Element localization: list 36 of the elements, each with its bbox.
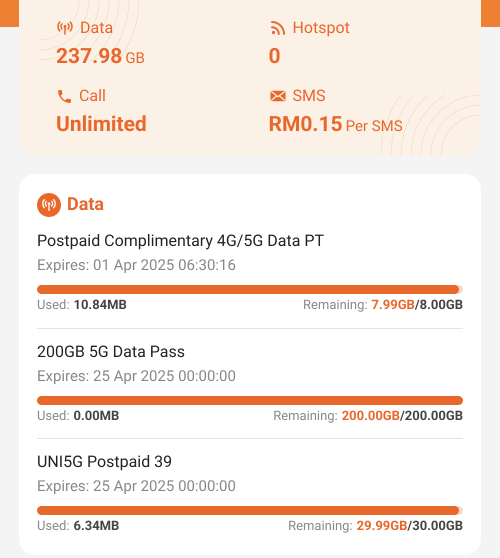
used-label: Used: [37, 408, 70, 426]
stat-value: 0 [268, 44, 281, 71]
stat-value: RM0.15 [268, 112, 343, 139]
stat-value: 237.98 [56, 44, 122, 71]
remaining-amount: 200.00GB [342, 408, 400, 426]
antenna-icon [56, 19, 74, 37]
expiry-date: Expires: 25 Apr 2025 00:00:00 [37, 476, 237, 497]
stat-label: Hotspot [292, 17, 350, 39]
plan-name: Postpaid Complimentary 4G/5G Data PT [37, 230, 326, 252]
stat-unit: Per SMS [346, 116, 403, 137]
plan-name: UNI5G Postpaid 39 [37, 451, 174, 473]
remaining-amount: 29.99GB [356, 518, 408, 536]
stat-label: Call [79, 85, 106, 107]
used-label: Used: [37, 518, 70, 536]
expiry-date: Expires: 01 Apr 2025 06:30:16 [37, 255, 237, 276]
stat-label: Data [80, 17, 114, 39]
total-amount: /200.00GB [400, 408, 463, 426]
remaining-label: Remaining: [273, 408, 338, 426]
remaining-label: Remaining: [288, 518, 353, 536]
expiry-date: Expires: 25 Apr 2025 00:00:00 [37, 366, 237, 386]
used-amount: 10.84MB [74, 297, 127, 315]
stat-label: SMS [292, 85, 326, 107]
total-amount: /8.00GB [414, 297, 463, 315]
stat-unit: GB [125, 48, 145, 69]
used-label: Used: [37, 297, 70, 315]
antenna-badge-icon [37, 192, 61, 216]
used-amount: 6.34MB [74, 518, 120, 536]
plan-name: 200GB 5G Data Pass [37, 340, 186, 362]
stat-value: Unlimited [56, 112, 147, 139]
remaining-label: Remaining: [303, 297, 368, 315]
card-title: Data [67, 193, 104, 217]
total-amount: /30.00GB [407, 518, 463, 536]
used-amount: 0.00MB [74, 408, 120, 426]
phone-icon [56, 88, 73, 104]
remaining-amount: 7.99GB [372, 297, 415, 315]
rss-icon [268, 19, 286, 37]
